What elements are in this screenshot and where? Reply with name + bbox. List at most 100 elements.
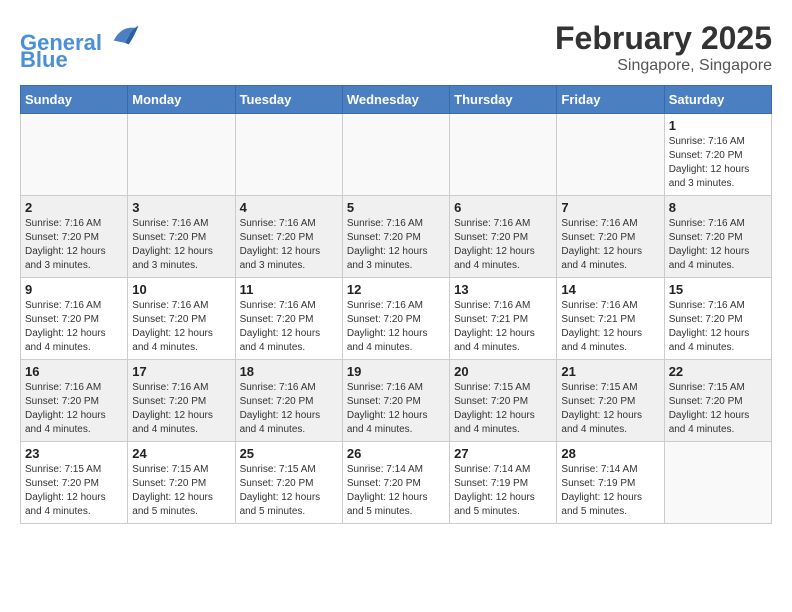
page-header: General Blue February 2025 Singapore, Si… <box>20 20 772 75</box>
day-info: Sunrise: 7:16 AM Sunset: 7:20 PM Dayligh… <box>240 381 338 437</box>
day-number: 10 <box>132 282 230 297</box>
calendar-header-row: SundayMondayTuesdayWednesdayThursdayFrid… <box>21 86 772 114</box>
logo: General Blue <box>20 20 140 73</box>
calendar-week-row: 9 Sunrise: 7:16 AM Sunset: 7:20 PM Daylig… <box>21 278 772 360</box>
calendar-cell: 17 Sunrise: 7:16 AM Sunset: 7:20 PM Dayli… <box>128 360 235 442</box>
day-info: Sunrise: 7:15 AM Sunset: 7:20 PM Dayligh… <box>240 463 338 519</box>
day-info: Sunrise: 7:16 AM Sunset: 7:20 PM Dayligh… <box>669 217 767 273</box>
calendar-cell: 25 Sunrise: 7:15 AM Sunset: 7:20 PM Dayli… <box>235 442 342 524</box>
day-number: 19 <box>347 364 445 379</box>
day-info: Sunrise: 7:15 AM Sunset: 7:20 PM Dayligh… <box>132 463 230 519</box>
day-number: 14 <box>561 282 659 297</box>
calendar-cell: 15 Sunrise: 7:16 AM Sunset: 7:20 PM Dayli… <box>664 278 771 360</box>
day-number: 15 <box>669 282 767 297</box>
day-info: Sunrise: 7:15 AM Sunset: 7:20 PM Dayligh… <box>669 381 767 437</box>
calendar-cell: 28 Sunrise: 7:14 AM Sunset: 7:19 PM Dayli… <box>557 442 664 524</box>
day-number: 11 <box>240 282 338 297</box>
day-number: 6 <box>454 200 552 215</box>
day-number: 12 <box>347 282 445 297</box>
day-info: Sunrise: 7:16 AM Sunset: 7:20 PM Dayligh… <box>561 217 659 273</box>
calendar-cell: 14 Sunrise: 7:16 AM Sunset: 7:21 PM Dayli… <box>557 278 664 360</box>
day-info: Sunrise: 7:15 AM Sunset: 7:20 PM Dayligh… <box>561 381 659 437</box>
day-number: 26 <box>347 446 445 461</box>
calendar-cell <box>450 114 557 196</box>
calendar-cell: 26 Sunrise: 7:14 AM Sunset: 7:20 PM Dayli… <box>342 442 449 524</box>
day-info: Sunrise: 7:16 AM Sunset: 7:20 PM Dayligh… <box>347 217 445 273</box>
calendar-cell: 21 Sunrise: 7:15 AM Sunset: 7:20 PM Dayli… <box>557 360 664 442</box>
day-info: Sunrise: 7:16 AM Sunset: 7:20 PM Dayligh… <box>25 381 123 437</box>
day-number: 5 <box>347 200 445 215</box>
day-info: Sunrise: 7:16 AM Sunset: 7:20 PM Dayligh… <box>454 217 552 273</box>
day-info: Sunrise: 7:16 AM Sunset: 7:20 PM Dayligh… <box>132 299 230 355</box>
logo-bird-icon <box>110 20 140 50</box>
calendar-table: SundayMondayTuesdayWednesdayThursdayFrid… <box>20 85 772 524</box>
day-header-tuesday: Tuesday <box>235 86 342 114</box>
day-header-thursday: Thursday <box>450 86 557 114</box>
day-info: Sunrise: 7:15 AM Sunset: 7:20 PM Dayligh… <box>454 381 552 437</box>
day-number: 22 <box>669 364 767 379</box>
calendar-week-row: 23 Sunrise: 7:15 AM Sunset: 7:20 PM Dayli… <box>21 442 772 524</box>
day-info: Sunrise: 7:16 AM Sunset: 7:20 PM Dayligh… <box>25 217 123 273</box>
subtitle: Singapore, Singapore <box>555 57 772 75</box>
day-number: 2 <box>25 200 123 215</box>
calendar-week-row: 1 Sunrise: 7:16 AM Sunset: 7:20 PM Daylig… <box>21 114 772 196</box>
calendar-cell: 9 Sunrise: 7:16 AM Sunset: 7:20 PM Daylig… <box>21 278 128 360</box>
day-info: Sunrise: 7:16 AM Sunset: 7:21 PM Dayligh… <box>561 299 659 355</box>
day-number: 7 <box>561 200 659 215</box>
day-number: 25 <box>240 446 338 461</box>
day-info: Sunrise: 7:14 AM Sunset: 7:19 PM Dayligh… <box>454 463 552 519</box>
calendar-cell: 18 Sunrise: 7:16 AM Sunset: 7:20 PM Dayli… <box>235 360 342 442</box>
day-info: Sunrise: 7:16 AM Sunset: 7:21 PM Dayligh… <box>454 299 552 355</box>
calendar-cell <box>235 114 342 196</box>
calendar-cell: 27 Sunrise: 7:14 AM Sunset: 7:19 PM Dayli… <box>450 442 557 524</box>
day-info: Sunrise: 7:16 AM Sunset: 7:20 PM Dayligh… <box>240 299 338 355</box>
day-info: Sunrise: 7:16 AM Sunset: 7:20 PM Dayligh… <box>669 135 767 191</box>
calendar-week-row: 2 Sunrise: 7:16 AM Sunset: 7:20 PM Daylig… <box>21 196 772 278</box>
day-number: 17 <box>132 364 230 379</box>
day-info: Sunrise: 7:16 AM Sunset: 7:20 PM Dayligh… <box>25 299 123 355</box>
day-number: 13 <box>454 282 552 297</box>
day-number: 27 <box>454 446 552 461</box>
day-header-friday: Friday <box>557 86 664 114</box>
day-number: 8 <box>669 200 767 215</box>
day-info: Sunrise: 7:16 AM Sunset: 7:20 PM Dayligh… <box>347 299 445 355</box>
day-info: Sunrise: 7:16 AM Sunset: 7:20 PM Dayligh… <box>669 299 767 355</box>
calendar-cell: 16 Sunrise: 7:16 AM Sunset: 7:20 PM Dayli… <box>21 360 128 442</box>
title-block: February 2025 Singapore, Singapore <box>555 20 772 75</box>
calendar-cell: 11 Sunrise: 7:16 AM Sunset: 7:20 PM Dayli… <box>235 278 342 360</box>
day-number: 28 <box>561 446 659 461</box>
day-number: 1 <box>669 118 767 133</box>
calendar-cell: 22 Sunrise: 7:15 AM Sunset: 7:20 PM Dayli… <box>664 360 771 442</box>
calendar-cell: 3 Sunrise: 7:16 AM Sunset: 7:20 PM Daylig… <box>128 196 235 278</box>
calendar-cell <box>128 114 235 196</box>
calendar-cell: 23Sunrise: 7:15 AM Sunset: 7:20 PM Dayli… <box>21 442 128 524</box>
calendar-cell: 24 Sunrise: 7:15 AM Sunset: 7:20 PM Dayli… <box>128 442 235 524</box>
day-number: 21 <box>561 364 659 379</box>
day-info: Sunrise: 7:16 AM Sunset: 7:20 PM Dayligh… <box>132 217 230 273</box>
day-number: 18 <box>240 364 338 379</box>
day-info: Sunrise: 7:14 AM Sunset: 7:20 PM Dayligh… <box>347 463 445 519</box>
calendar-cell: 8 Sunrise: 7:16 AM Sunset: 7:20 PM Daylig… <box>664 196 771 278</box>
calendar-cell: 20Sunrise: 7:15 AM Sunset: 7:20 PM Dayli… <box>450 360 557 442</box>
calendar-cell: 12 Sunrise: 7:16 AM Sunset: 7:20 PM Dayli… <box>342 278 449 360</box>
day-info: Sunrise: 7:16 AM Sunset: 7:20 PM Dayligh… <box>240 217 338 273</box>
month-title: February 2025 <box>555 20 772 57</box>
calendar-cell <box>21 114 128 196</box>
calendar-cell: 7 Sunrise: 7:16 AM Sunset: 7:20 PM Daylig… <box>557 196 664 278</box>
calendar-cell <box>664 442 771 524</box>
day-header-wednesday: Wednesday <box>342 86 449 114</box>
day-number: 23 <box>25 446 123 461</box>
day-number: 24 <box>132 446 230 461</box>
calendar-cell: 6 Sunrise: 7:16 AM Sunset: 7:20 PM Daylig… <box>450 196 557 278</box>
day-info: Sunrise: 7:14 AM Sunset: 7:19 PM Dayligh… <box>561 463 659 519</box>
calendar-cell: 2 Sunrise: 7:16 AM Sunset: 7:20 PM Daylig… <box>21 196 128 278</box>
day-info: Sunrise: 7:16 AM Sunset: 7:20 PM Dayligh… <box>347 381 445 437</box>
day-info: Sunrise: 7:16 AM Sunset: 7:20 PM Dayligh… <box>132 381 230 437</box>
day-number: 9 <box>25 282 123 297</box>
day-number: 3 <box>132 200 230 215</box>
day-header-sunday: Sunday <box>21 86 128 114</box>
day-number: 4 <box>240 200 338 215</box>
calendar-cell: 13 Sunrise: 7:16 AM Sunset: 7:21 PM Dayli… <box>450 278 557 360</box>
day-number: 16 <box>25 364 123 379</box>
day-header-saturday: Saturday <box>664 86 771 114</box>
